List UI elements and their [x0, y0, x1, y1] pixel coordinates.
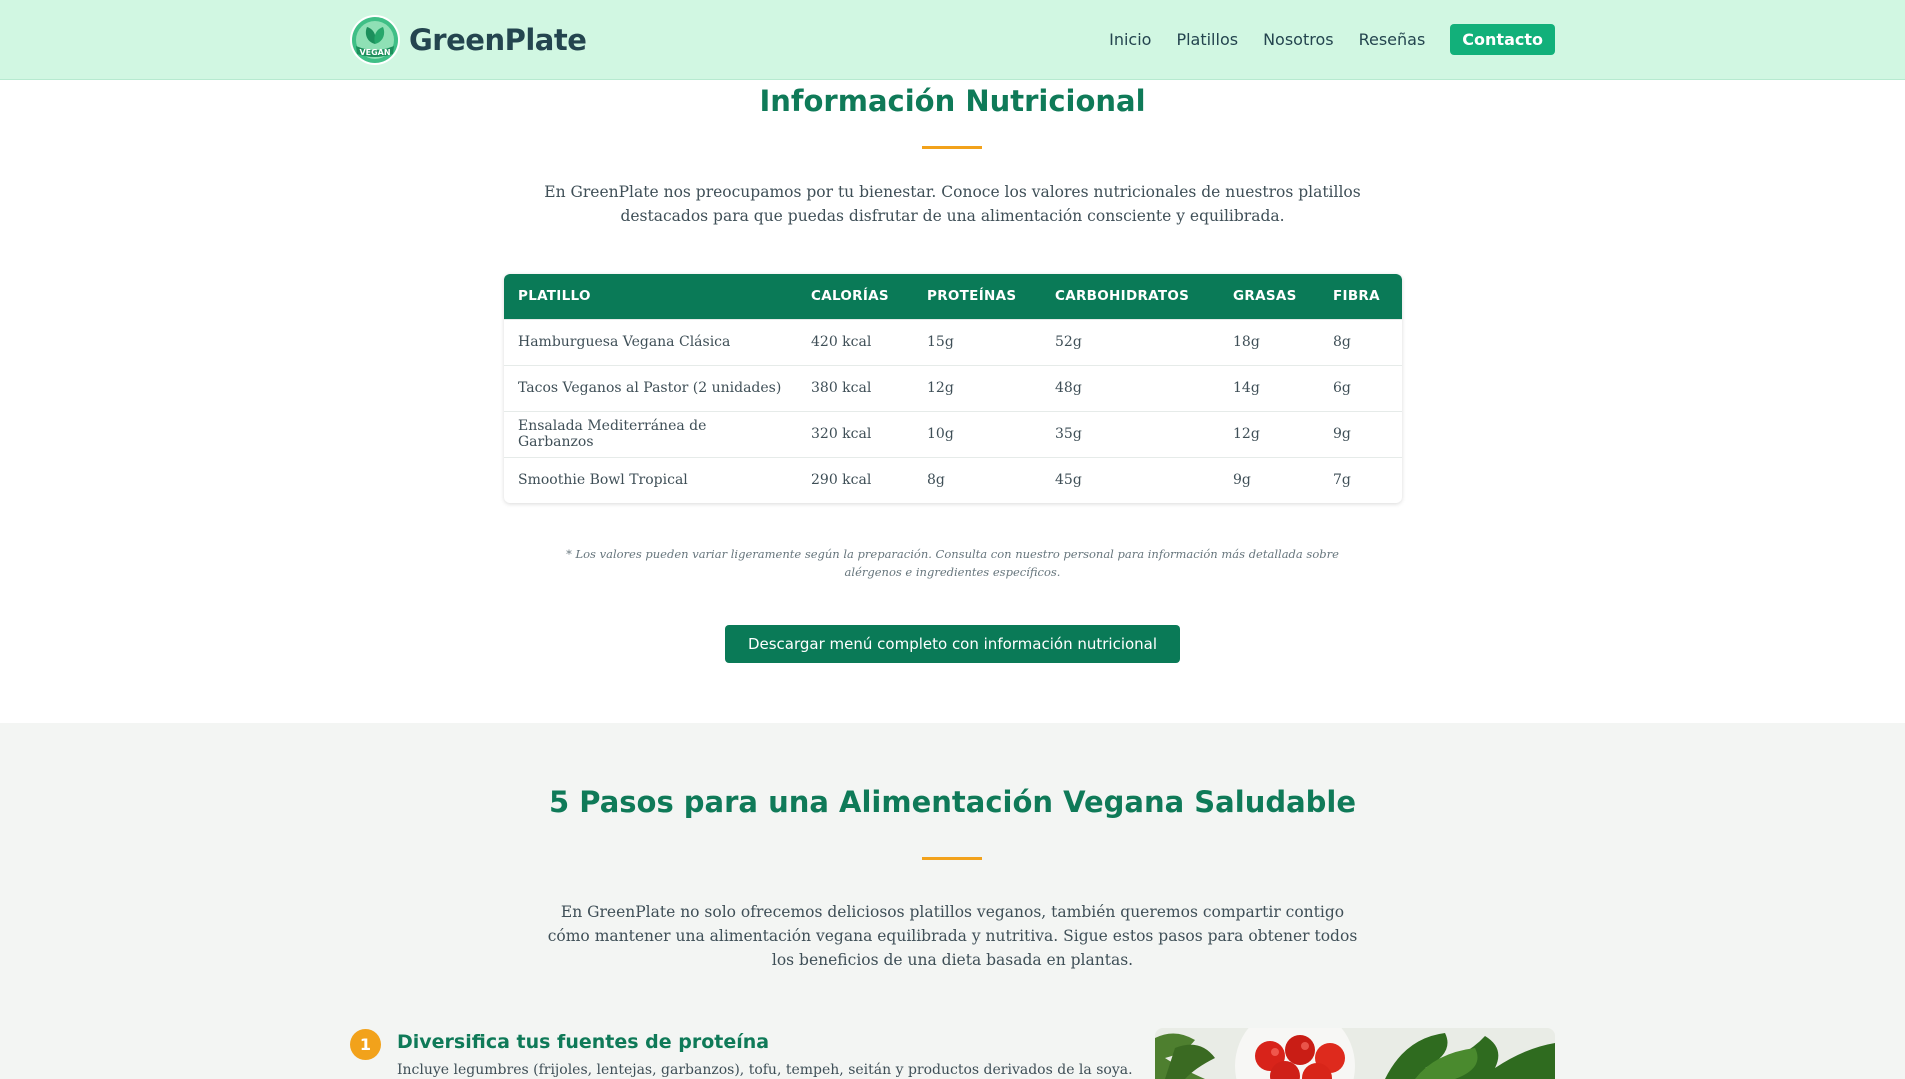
table-row: Tacos Veganos al Pastor (2 unidades) 380… [504, 364, 1402, 411]
brand-name: GreenPlate [409, 23, 587, 57]
table-cell: Tacos Veganos al Pastor (2 unidades) [504, 364, 797, 411]
table-cell: 14g [1219, 364, 1319, 411]
table-row: Smoothie Bowl Tropical 290 kcal 8g 45g 9… [504, 456, 1402, 503]
table-cell: Smoothie Bowl Tropical [504, 456, 797, 503]
nav-link-platillos[interactable]: Platillos [1176, 30, 1238, 49]
table-cell: 380 kcal [797, 364, 913, 411]
column-header: CALORÍAS [797, 274, 913, 319]
table-row: Hamburguesa Vegana Clásica 420 kcal 15g … [504, 318, 1402, 365]
step-number-badge: 1 [350, 1029, 381, 1060]
step-title: Diversifica tus fuentes de proteína [397, 1031, 770, 1053]
table-cell: 7g [1319, 456, 1402, 503]
column-header: GRASAS [1219, 274, 1319, 319]
nav-link-nosotros[interactable]: Nosotros [1263, 30, 1334, 49]
steps-title: 5 Pasos para una Alimentación Vegana Sal… [548, 785, 1357, 819]
table-cell: 15g [913, 318, 1041, 365]
table-cell: 52g [1041, 318, 1219, 365]
steps-intro: En GreenPlate no solo ofrecemos delicios… [547, 903, 1358, 969]
table-cell: 290 kcal [797, 456, 913, 503]
table-cell: 18g [1219, 318, 1319, 365]
table-cell: 6g [1319, 364, 1402, 411]
nutrition-disclaimer: * Los valores pueden variar ligeramente … [566, 547, 1339, 579]
table-cell: 12g [913, 364, 1041, 411]
table-header-row: PLATILLO CALORÍAS PROTEÍNAS CARBOHIDRATO… [504, 274, 1402, 319]
table-cell: 12g [1219, 410, 1319, 457]
nutrition-intro: En GreenPlate nos preocupamos por tu bie… [544, 183, 1361, 225]
nav-link-inicio[interactable]: Inicio [1109, 30, 1151, 49]
download-menu-button[interactable]: Descargar menú completo con información … [725, 625, 1180, 663]
table-cell: 48g [1041, 364, 1219, 411]
tomatoes-image-icon [1155, 1028, 1555, 1079]
table-cell: Hamburguesa Vegana Clásica [504, 318, 797, 365]
table-cell: 35g [1041, 410, 1219, 457]
table-row: Ensalada Mediterránea de Garbanzos 320 k… [504, 410, 1402, 457]
vegan-badge-icon: VEGAN [350, 15, 400, 65]
column-header: CARBOHIDRATOS [1041, 274, 1219, 319]
table-cell: 320 kcal [797, 410, 913, 457]
main-nav: Inicio Platillos Nosotros Reseñas Contac… [1084, 24, 1555, 55]
column-header: FIBRA [1319, 274, 1402, 319]
title-divider [922, 857, 982, 860]
table-cell: 9g [1319, 410, 1402, 457]
table-cell: Ensalada Mediterránea de Garbanzos [504, 410, 797, 457]
table-cell: 8g [913, 456, 1041, 503]
table-cell: 420 kcal [797, 318, 913, 365]
tomatoes-photo [1155, 1028, 1555, 1079]
table-cell: 8g [1319, 318, 1402, 365]
site-header: VEGAN GreenPlate Inicio Platillos Nosotr… [0, 0, 1905, 80]
logo-badge-text: VEGAN [359, 48, 390, 57]
table-cell: 45g [1041, 456, 1219, 503]
step-description: Incluye legumbres (frijoles, lentejas, g… [397, 1062, 1133, 1078]
nutrition-table: PLATILLO CALORÍAS PROTEÍNAS CARBOHIDRATO… [504, 274, 1402, 503]
title-divider [922, 146, 982, 149]
nutrition-title: Información Nutricional [759, 84, 1146, 118]
table-cell: 9g [1219, 456, 1319, 503]
nav-link-resenas[interactable]: Reseñas [1359, 30, 1426, 49]
column-header: PLATILLO [504, 274, 797, 319]
contact-button[interactable]: Contacto [1450, 24, 1555, 55]
brand-logo[interactable]: VEGAN GreenPlate [349, 14, 587, 66]
column-header: PROTEÍNAS [913, 274, 1041, 319]
table-cell: 10g [913, 410, 1041, 457]
